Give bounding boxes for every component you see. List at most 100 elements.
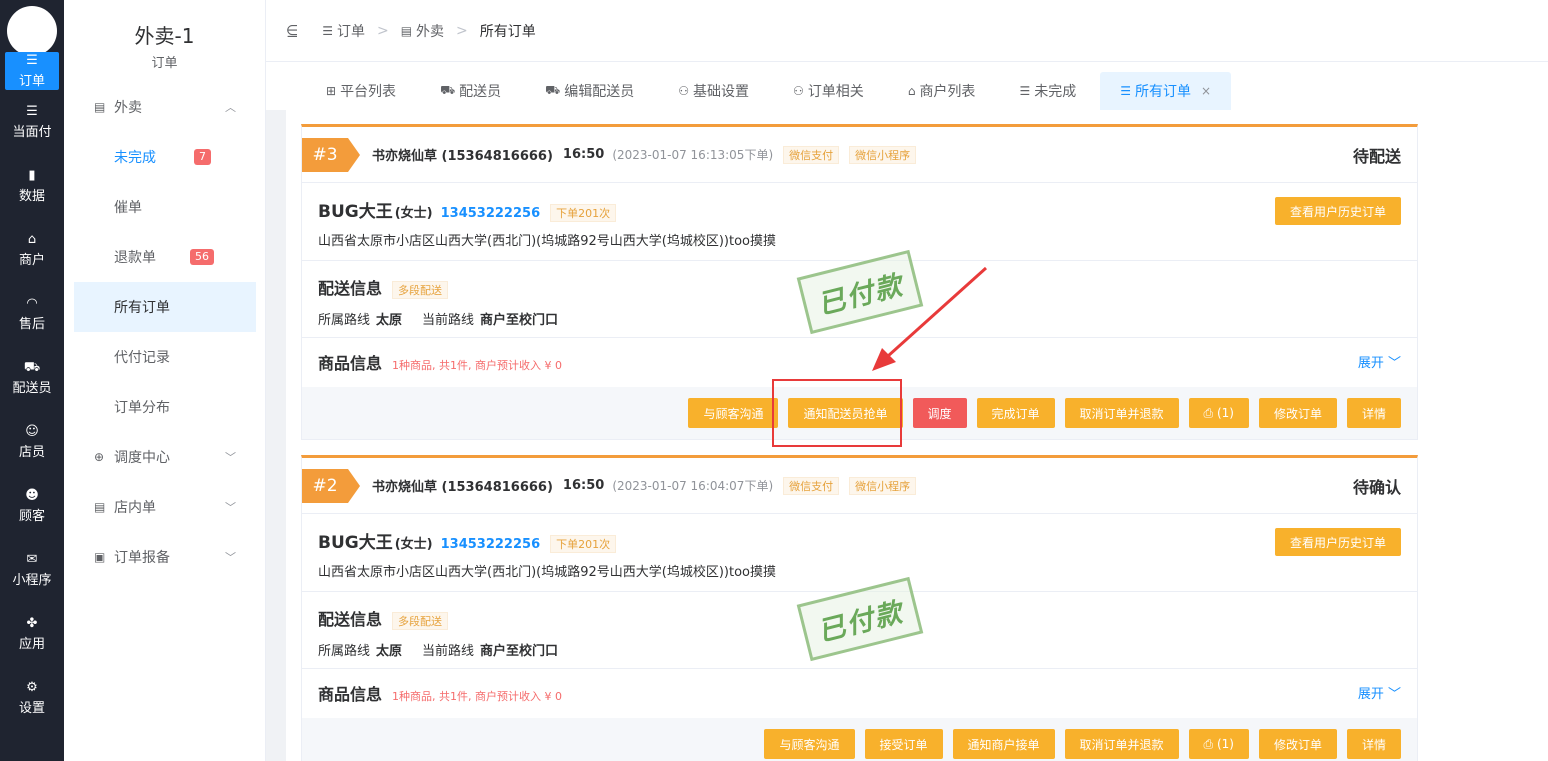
rail-item-customer[interactable]: ☻ 顾客 xyxy=(0,474,64,538)
tab-edit-courier[interactable]: ⛟ 编辑配送员 xyxy=(525,72,654,110)
expand-button[interactable]: 展开 ﹀ xyxy=(1358,683,1401,702)
menu-group-instore[interactable]: ▤ 店内单 ﹀ xyxy=(74,482,256,532)
print-button[interactable]: ⎙ (1) xyxy=(1188,398,1249,428)
notify-merchant-button[interactable]: 通知商户接单 xyxy=(952,729,1055,759)
document-icon: ▤ xyxy=(94,100,106,114)
contact-customer-button[interactable]: 与顾客沟通 xyxy=(764,729,855,759)
accept-order-button[interactable]: 接受订单 xyxy=(864,729,943,759)
goods-summary: 1种商品, 共1件, 商户预计收入 ¥ 0 xyxy=(392,690,562,703)
tab-platform-list[interactable]: ⊞ 平台列表 xyxy=(306,72,416,110)
truck-icon: ⛟ xyxy=(545,83,561,97)
customer-phone[interactable]: 13453222256 xyxy=(441,206,541,221)
dispatch-button[interactable]: 调度 xyxy=(912,398,967,428)
headset-icon: ◠ xyxy=(26,295,38,311)
rail-item-label: 设置 xyxy=(18,700,45,716)
rail-item-facepay[interactable]: ☰ 当面付 xyxy=(0,90,64,154)
order-date: (2023-01-07 16:13:05下单) xyxy=(612,148,774,162)
top-bar: ⋸ ☰ 订单 > ▤ 外卖 > 所有订单 xyxy=(266,0,1548,62)
menu-item-all-orders[interactable]: 所有订单 xyxy=(74,282,256,332)
rail-item-settings[interactable]: ⚙ 设置 xyxy=(0,666,64,730)
truck-icon: ⛟ xyxy=(440,83,456,97)
tab-all-orders[interactable]: ☰ 所有订单 × xyxy=(1100,72,1232,110)
tabs-bar: ⊞ 平台列表 ⛟ 配送员 ⛟ 编辑配送员 ⚇ 基础设置 ⚇ 订单相关 ⌂ 商户列表 ☰ 未完成… xyxy=(266,62,1548,110)
rail-item-merchant[interactable]: ⌂ 商户 xyxy=(0,218,64,282)
view-history-button[interactable]: 查看用户历史订单 xyxy=(1274,528,1401,556)
customer-name: BUG大王 xyxy=(318,202,393,222)
target-icon: ⊕ xyxy=(94,450,105,464)
rail-item-label: 当面付 xyxy=(12,124,52,140)
grid-icon: ⊞ xyxy=(326,84,337,98)
print-button[interactable]: ⎙ (1) xyxy=(1188,729,1249,759)
cancel-refund-button[interactable]: 取消订单并退款 xyxy=(1064,398,1179,428)
tab-order-related[interactable]: ⚇ 订单相关 xyxy=(773,72,884,110)
rail-item-label: 配送员 xyxy=(12,380,52,396)
menu-item-unfinished[interactable]: 未完成 7 xyxy=(74,132,256,182)
menu-label: 调度中心 xyxy=(114,450,170,466)
menu-item-refund[interactable]: 退款单 56 xyxy=(74,232,256,282)
expand-button[interactable]: 展开 ﹀ xyxy=(1358,352,1401,371)
tab-unfinished[interactable]: ☰ 未完成 xyxy=(999,72,1096,110)
customer-info: BUG大王 (女士) 13453222256 下单201次 山西省太原市小店区山西大学… xyxy=(302,183,1417,261)
order-header: #3 书亦烧仙草 (15364816666) 16:50 (2023-01-07… xyxy=(302,127,1417,183)
rail-item-apps[interactable]: ✤ 应用 xyxy=(0,602,64,666)
tab-courier[interactable]: ⛟ 配送员 xyxy=(420,72,521,110)
rail-item-staff[interactable]: ☺ 店员 xyxy=(0,410,64,474)
list-icon: ☰ xyxy=(26,52,38,68)
delivery-tag: 多段配送 xyxy=(392,612,449,630)
sidebar-title: 外卖-1 xyxy=(134,24,195,48)
rail-item-miniapp[interactable]: ✉ 小程序 xyxy=(0,538,64,602)
order-actions: 与顾客沟通 接受订单 通知商户接单 取消订单并退款 ⎙ (1) 修改订单 详情 xyxy=(302,718,1417,761)
tab-label: 未完成 xyxy=(1034,84,1077,100)
breadcrumb: ☰ 订单 > ▤ 外卖 > 所有订单 xyxy=(322,21,536,41)
avatar[interactable] xyxy=(7,6,57,56)
rail-item-aftersale[interactable]: ◠ 售后 xyxy=(0,282,64,346)
delivery-tag: 多段配送 xyxy=(392,281,449,299)
fold-menu-icon[interactable]: ⋸ xyxy=(286,23,298,39)
rail-item-orders[interactable]: ☰ 订单 xyxy=(5,52,59,90)
contact-customer-button[interactable]: 与顾客沟通 xyxy=(688,398,779,428)
chevron-down-icon: ﹀ xyxy=(225,501,236,514)
route-value: 太原 xyxy=(376,313,403,328)
list-icon: ☰ xyxy=(26,103,38,119)
left-rail: ☰ 订单 ☰ 当面付 ▮ 数据 ⌂ 商户 ◠ 售后 ⛟ 配送员 ☺ 店员 ☻ 顾客 ✉ 小程序 ✤… xyxy=(0,0,64,761)
menu-group-dispatch[interactable]: ⊕ 调度中心 ﹀ xyxy=(74,432,256,482)
tab-basic-settings[interactable]: ⚇ 基础设置 xyxy=(658,72,769,110)
rail-item-courier[interactable]: ⛟ 配送员 xyxy=(0,346,64,410)
complete-order-button[interactable]: 完成订单 xyxy=(976,398,1055,428)
menu-item-distribution[interactable]: 订单分布 xyxy=(74,382,256,432)
user-gear-icon: ⚇ xyxy=(793,84,804,98)
tab-label: 所有订单 xyxy=(1134,84,1191,100)
rail-item-data[interactable]: ▮ 数据 xyxy=(0,154,64,218)
secondary-sidebar: 外卖-1 订单 ▤ 外卖 ︿ 未完成 7 催单 退款单 56 所有订单 代付记录 订单分… xyxy=(64,0,266,761)
users-icon: ☺ xyxy=(25,423,39,439)
menu-group-takeout[interactable]: ▤ 外卖 ︿ xyxy=(74,82,256,132)
order-list: #3 书亦烧仙草 (15364816666) 16:50 (2023-01-07… xyxy=(286,110,1548,761)
breadcrumb-item[interactable]: 订单 xyxy=(337,21,365,41)
order-count-tag: 下单201次 xyxy=(550,204,617,222)
route-label: 所属路线 xyxy=(318,313,371,328)
tab-merchant-list[interactable]: ⌂ 商户列表 xyxy=(888,72,996,110)
chart-icon: ▮ xyxy=(28,167,36,183)
document-icon: ▤ xyxy=(94,500,106,514)
edit-order-button[interactable]: 修改订单 xyxy=(1258,729,1337,759)
menu-item-proxy-pay[interactable]: 代付记录 xyxy=(74,332,256,382)
edit-order-button[interactable]: 修改订单 xyxy=(1258,398,1337,428)
details-button[interactable]: 详情 xyxy=(1346,729,1401,759)
chevron-up-icon: ︿ xyxy=(225,101,236,114)
truck-icon: ⛟ xyxy=(23,359,41,375)
breadcrumb-item[interactable]: 外卖 xyxy=(416,21,444,41)
close-icon[interactable]: × xyxy=(1201,84,1211,98)
rail-item-label: 商户 xyxy=(18,252,45,268)
list-icon: ☰ xyxy=(322,23,333,38)
shop-icon: ⌂ xyxy=(27,231,37,247)
cancel-refund-button[interactable]: 取消订单并退款 xyxy=(1064,729,1179,759)
menu-group-report[interactable]: ▣ 订单报备 ﹀ xyxy=(74,532,256,582)
chevron-down-icon: ﹀ xyxy=(225,451,236,464)
source-tag: 微信小程序 xyxy=(849,145,917,164)
details-button[interactable]: 详情 xyxy=(1346,398,1401,428)
list-icon: ☰ xyxy=(1120,84,1131,98)
view-history-button[interactable]: 查看用户历史订单 xyxy=(1274,197,1401,225)
menu-item-urge[interactable]: 催单 xyxy=(74,182,256,232)
customer-address: 山西省太原市小店区山西大学(西北门)(坞城路92号山西大学(坞城校区))too摸… xyxy=(318,234,776,249)
customer-phone[interactable]: 13453222256 xyxy=(441,537,541,552)
